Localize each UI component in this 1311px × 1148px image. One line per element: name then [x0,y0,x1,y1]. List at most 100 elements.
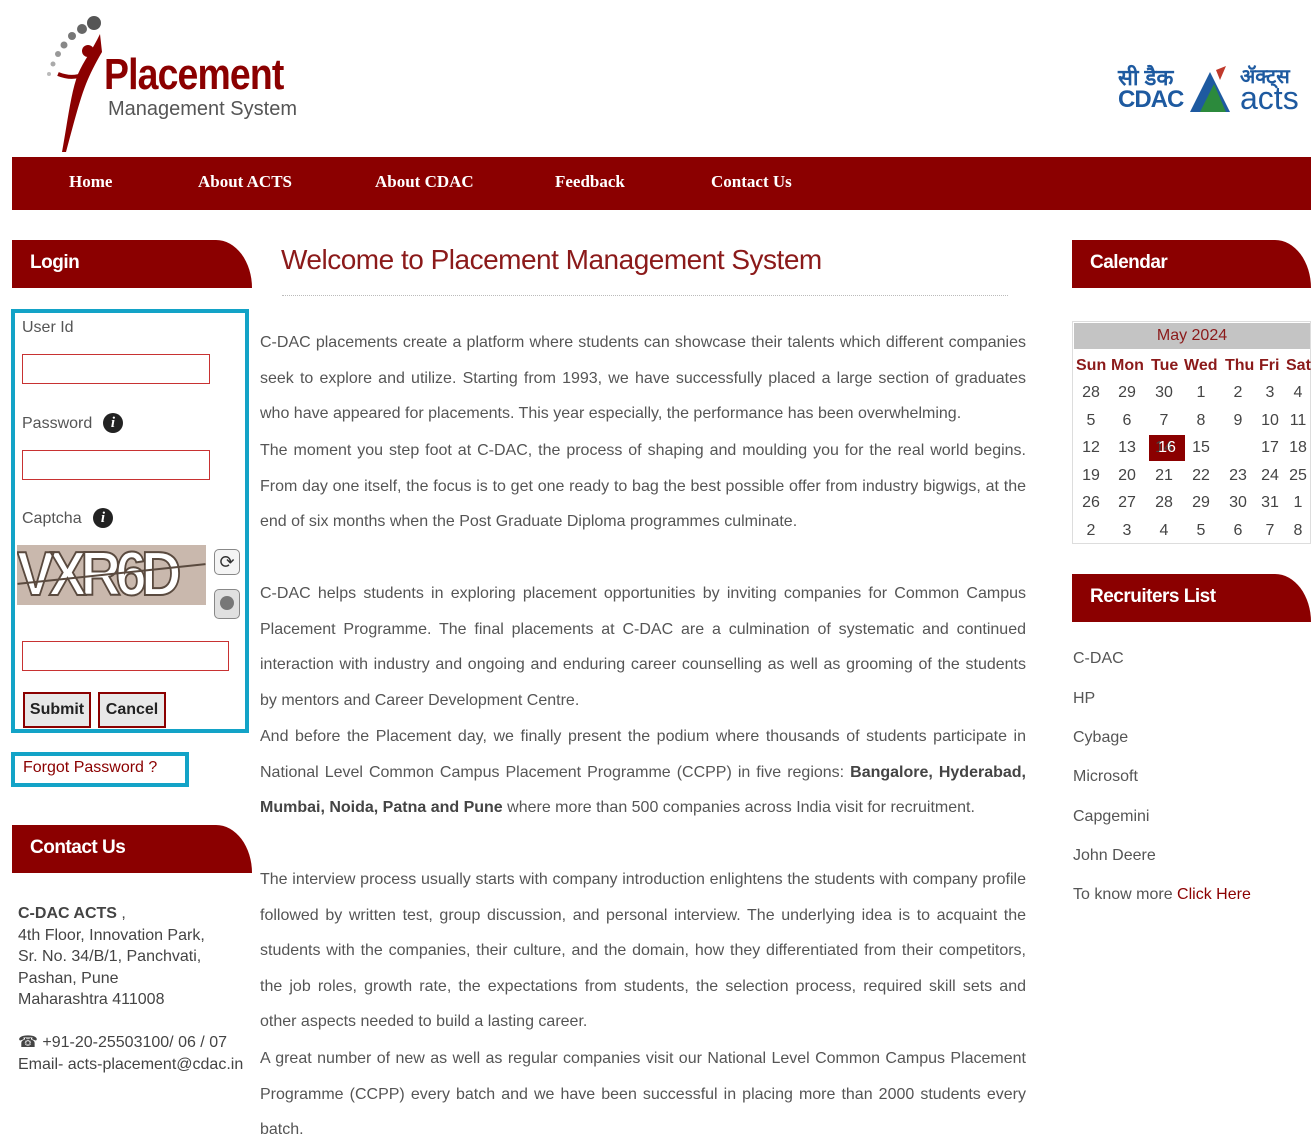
calendar-heading: Calendar [1072,240,1311,288]
calendar-day[interactable]: 1 [1283,494,1311,512]
calendar-day[interactable]: 11 [1283,412,1311,430]
nav-about-acts[interactable]: About ACTS [198,172,292,192]
captcha-info-icon[interactable]: i [93,508,113,528]
recruiter-item: Capgemini [1073,808,1150,825]
login-heading: Login [12,240,252,288]
calendar-dow: Wed [1184,357,1218,374]
logo-subtitle: Management System [108,98,297,120]
calendar-day[interactable]: 8 [1283,522,1311,540]
calendar-day[interactable]: 7 [1255,522,1285,540]
calendar-day[interactable]: 4 [1149,522,1179,540]
recruiters-heading: Recruiters List [1072,574,1311,622]
calendar-day[interactable]: 26 [1076,494,1106,512]
contact-org: C-DAC ACTS [18,905,117,922]
placement-logo: Placement Management System [38,14,318,154]
cdac-acts-logo: सी डैक CDAC ॲक्ट्स acts [1118,62,1308,118]
nav-home[interactable]: Home [69,172,112,192]
calendar-day[interactable]: 21 [1149,467,1179,485]
title-divider [282,295,1008,296]
paragraph-5: The interview process usually starts wit… [260,871,1026,1031]
calendar-day[interactable]: 19 [1076,467,1106,485]
calendar-day[interactable]: 15 [1186,439,1216,457]
recruiter-item: C-DAC [1073,650,1124,667]
user-id-label: User Id [22,319,74,336]
calendar-day[interactable]: 5 [1076,412,1106,430]
calendar-day[interactable]: 18 [1283,439,1311,457]
recruiter-item: Microsoft [1073,768,1138,785]
calendar-day[interactable]: 4 [1283,384,1311,402]
calendar-day[interactable]: 8 [1186,412,1216,430]
calendar-day[interactable]: 3 [1255,384,1285,402]
refresh-captcha-icon[interactable]: ⟳ [214,549,240,575]
paragraph-6: A great number of new as well as regular… [260,1050,1026,1139]
paragraph-3: C-DAC helps students in exploring placem… [260,585,1026,709]
address-line: Sr. No. 34/B/1, Panchvati, [18,948,202,965]
calendar-day[interactable]: 27 [1112,494,1142,512]
calendar-day[interactable]: 30 [1149,384,1179,402]
calendar-day[interactable]: 28 [1149,494,1179,512]
calendar-day[interactable]: 2 [1076,522,1106,540]
recruiters-more: To know more Click Here [1073,886,1251,903]
calendar-dow: Sat [1286,357,1311,374]
nav-feedback[interactable]: Feedback [555,172,625,192]
calendar-day[interactable]: 29 [1112,384,1142,402]
calendar-day[interactable]: 5 [1186,522,1216,540]
forgot-password-link[interactable]: Forgot Password ? [23,759,157,777]
paragraph-4: And before the Placement day, we finally… [260,728,1026,817]
address-line: Maharashtra 411008 [18,991,165,1008]
calendar-day[interactable]: 2 [1223,384,1253,402]
page-title: Welcome to Placement Management System [281,244,822,275]
calendar-day[interactable]: 3 [1112,522,1142,540]
cancel-button[interactable]: Cancel [98,692,166,728]
calendar-day[interactable]: 25 [1283,467,1311,485]
recruiter-item: John Deere [1073,847,1156,864]
password-info-icon[interactable]: i [103,413,123,433]
calendar-day[interactable]: 24 [1255,467,1285,485]
contact-phone: ☎ +91-20-25503100/ 06 / 07 [18,1034,227,1051]
forgot-password-box: Forgot Password ? [11,752,189,787]
cdac-text: CDAC [1118,86,1184,113]
calendar-day[interactable]: 31 [1255,494,1285,512]
calendar-day[interactable]: 22 [1186,467,1216,485]
calendar-day[interactable]: 9 [1223,412,1253,430]
calendar-month: May 2024 [1074,323,1310,349]
contact-heading: Contact Us [12,825,252,873]
calendar-day[interactable]: 29 [1186,494,1216,512]
main-nav: Home About ACTS About CDAC Feedback Cont… [12,157,1311,210]
audio-captcha-icon[interactable] [214,589,240,619]
captcha-input[interactable] [22,641,229,671]
calendar-day[interactable]: 28 [1076,384,1106,402]
calendar-day[interactable]: 6 [1112,412,1142,430]
calendar-day[interactable]: 6 [1223,522,1253,540]
calendar-day[interactable]: 10 [1255,412,1285,430]
calendar-day[interactable]: 23 [1223,467,1253,485]
address-line: 4th Floor, Innovation Park, [18,926,205,944]
user-id-input[interactable] [22,354,210,384]
paragraph-1: C-DAC placements create a platform where… [260,334,1026,423]
calendar-dow: Sun [1076,357,1107,374]
calendar-dow: Mon [1111,357,1144,374]
calendar-day[interactable]: 16 [1152,439,1182,457]
password-label: Password [22,415,93,432]
acts-text: acts [1240,80,1299,116]
recruiter-item: Cybage [1073,729,1129,746]
calendar-day[interactable]: 30 [1223,494,1253,512]
calendar-day[interactable]: 20 [1112,467,1142,485]
paragraph-2: The moment you step foot at C-DAC, the p… [260,442,1026,531]
logo-title: Placement [104,50,284,99]
contact-address: C-DAC ACTS , 4th Floor, Innovation Park,… [18,905,205,1008]
nav-about-cdac[interactable]: About CDAC [375,172,474,192]
captcha-label: Captcha [22,510,82,527]
nav-contact-us[interactable]: Contact Us [711,172,792,192]
submit-button[interactable]: Submit [23,692,91,728]
calendar-day[interactable]: 12 [1076,439,1106,457]
click-here-link[interactable]: Click Here [1177,886,1251,903]
contact-email: Email- acts-placement@cdac.in [18,1056,244,1073]
password-input[interactable] [22,450,210,480]
calendar-day[interactable]: 7 [1149,412,1179,430]
calendar-day[interactable]: 1 [1186,384,1216,402]
calendar-day[interactable]: 13 [1112,439,1142,457]
phone-icon: ☎ [18,1034,38,1051]
calendar-day[interactable]: 17 [1255,439,1285,457]
captcha-image: VXR6D [17,545,206,605]
